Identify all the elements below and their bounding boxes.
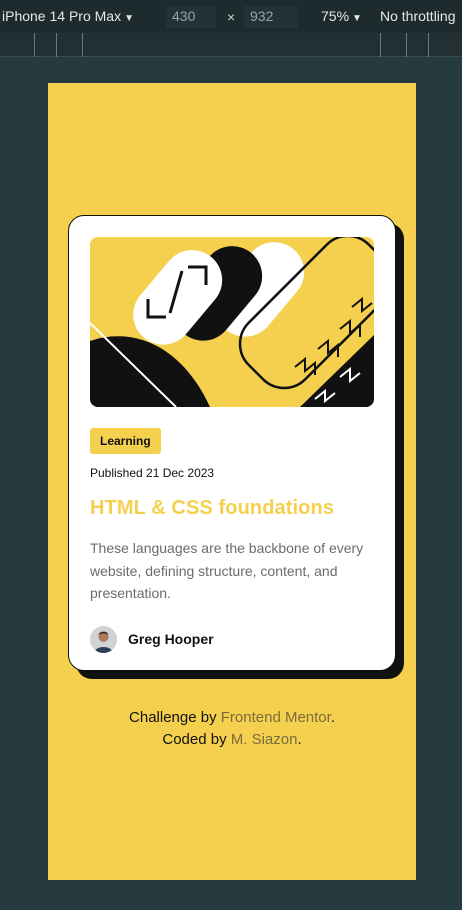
attribution-period: . (297, 731, 302, 748)
attribution-period: . (330, 709, 335, 726)
card-title[interactable]: HTML & CSS foundations (90, 497, 374, 520)
card-description: These languages are the backbone of ever… (90, 540, 364, 601)
times-icon: × (227, 9, 236, 25)
chevron-down-icon: ▼ (352, 13, 362, 24)
coder-link[interactable]: M. Siazon (231, 731, 298, 748)
device-name: iPhone 14 Pro Max (2, 8, 122, 24)
author-name: Greg Hooper (128, 631, 214, 647)
blog-card: Learning Published 21 Dec 2023 HTML & CS… (68, 215, 396, 671)
category-tag: Learning (90, 428, 161, 454)
blog-illustration (90, 237, 374, 407)
devtools-toolbar: iPhone 14 Pro Max ▼ 430 × 932 75% ▼ No thr… (0, 0, 462, 33)
author: Greg Hooper (90, 625, 374, 653)
zoom-value: 75% (321, 8, 350, 24)
publish-date: Published 21 Dec 2023 (90, 466, 215, 480)
zoom-selector[interactable]: 75% ▼ (321, 8, 362, 24)
width-input[interactable]: 430 (166, 6, 216, 28)
device-selector[interactable]: iPhone 14 Pro Max ▼ (2, 8, 134, 24)
throttling-selector[interactable]: No throttling (380, 8, 455, 24)
frontend-mentor-link[interactable]: Frontend Mentor (221, 709, 331, 726)
coded-by-prefix: Coded by (162, 731, 231, 748)
avatar (90, 625, 117, 653)
page-viewport: Learning Published 21 Dec 2023 HTML & CS… (48, 83, 416, 880)
height-input[interactable]: 932 (244, 6, 298, 28)
chevron-down-icon: ▼ (124, 13, 134, 24)
attribution-prefix: Challenge by (129, 709, 221, 726)
attribution: Challenge by Frontend Mentor. Coded by M… (48, 707, 416, 751)
media-query-ruler[interactable] (0, 33, 462, 57)
